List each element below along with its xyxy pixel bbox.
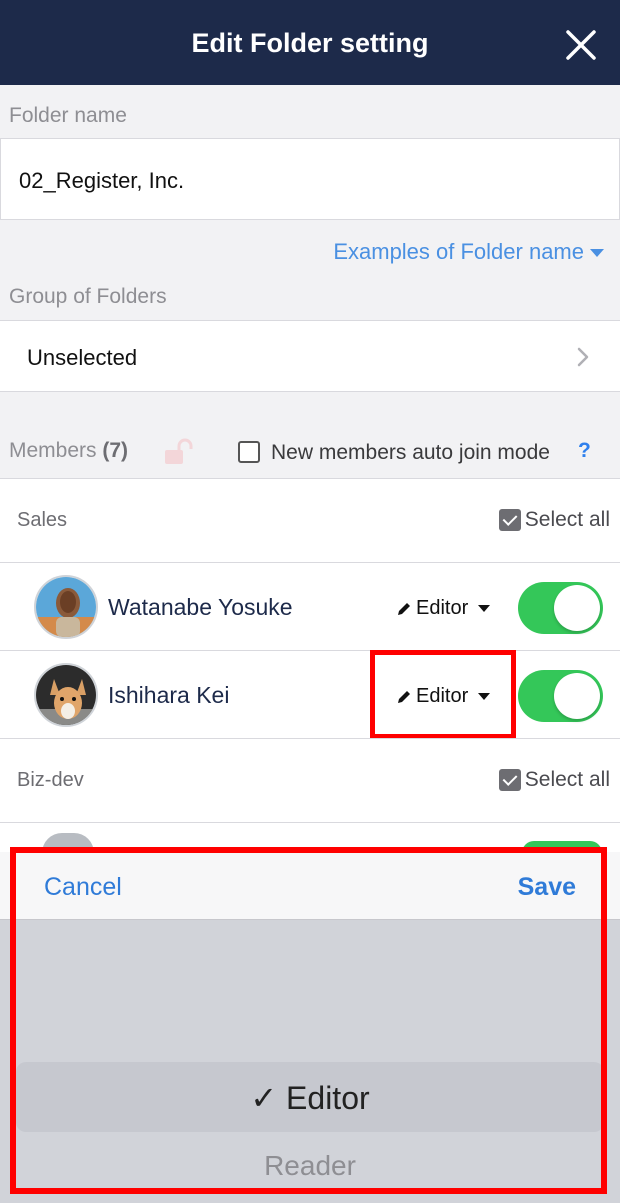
close-icon[interactable] xyxy=(564,28,598,62)
member-row: Ishihara Kei Editor xyxy=(0,650,620,738)
select-all-label: Select all xyxy=(524,508,610,531)
help-icon[interactable]: ? xyxy=(578,439,591,463)
member-name: Watanabe Yosuke xyxy=(108,594,293,620)
section-name: Biz-dev xyxy=(17,769,84,791)
unlock-icon[interactable] xyxy=(163,438,193,466)
select-all-sales[interactable]: Select all xyxy=(498,508,610,532)
avatar xyxy=(34,663,98,727)
caret-down-icon xyxy=(478,605,491,612)
role-dropdown[interactable]: Editor xyxy=(396,597,491,620)
role-label: Editor xyxy=(416,597,469,619)
section-name: Sales xyxy=(17,509,68,531)
member-row: Watanabe Yosuke Editor xyxy=(0,562,620,650)
group-selector[interactable]: Unselected xyxy=(0,320,620,392)
folder-name-input[interactable]: 02_Register, Inc. xyxy=(0,138,620,220)
checkbox-checked-icon[interactable] xyxy=(498,769,521,791)
member-toggle[interactable] xyxy=(518,582,603,634)
header-bar: Edit Folder setting xyxy=(0,0,620,85)
members-label: Members (7) xyxy=(9,439,129,462)
section-header-sales: Sales Select all xyxy=(0,478,620,562)
highlight-picker xyxy=(10,847,607,1194)
folder-name-label: Folder name xyxy=(9,104,127,127)
checkbox-checked-icon[interactable] xyxy=(498,509,521,531)
examples-link[interactable]: Examples of Folder name xyxy=(333,239,604,265)
group-label: Group of Folders xyxy=(9,285,167,308)
pencil-icon xyxy=(398,602,410,615)
examples-link-label: Examples of Folder name xyxy=(333,239,584,264)
chevron-right-icon xyxy=(577,347,589,367)
member-name: Ishihara Kei xyxy=(108,682,230,708)
auto-join-checkbox[interactable] xyxy=(238,441,260,463)
members-header: Members (7) New members auto join mode ? xyxy=(0,420,620,478)
avatar xyxy=(34,575,98,639)
member-toggle[interactable] xyxy=(518,670,603,722)
select-all-biz-dev[interactable]: Select all xyxy=(498,768,610,792)
auto-join-label: New members auto join mode xyxy=(271,441,550,464)
select-all-label: Select all xyxy=(524,768,610,791)
highlight-role-dropdown xyxy=(370,650,516,739)
caret-down-icon xyxy=(590,249,604,257)
section-header-biz-dev: Biz-dev Select all xyxy=(0,738,620,822)
group-value: Unselected xyxy=(27,345,138,370)
page-title: Edit Folder setting xyxy=(191,28,429,58)
